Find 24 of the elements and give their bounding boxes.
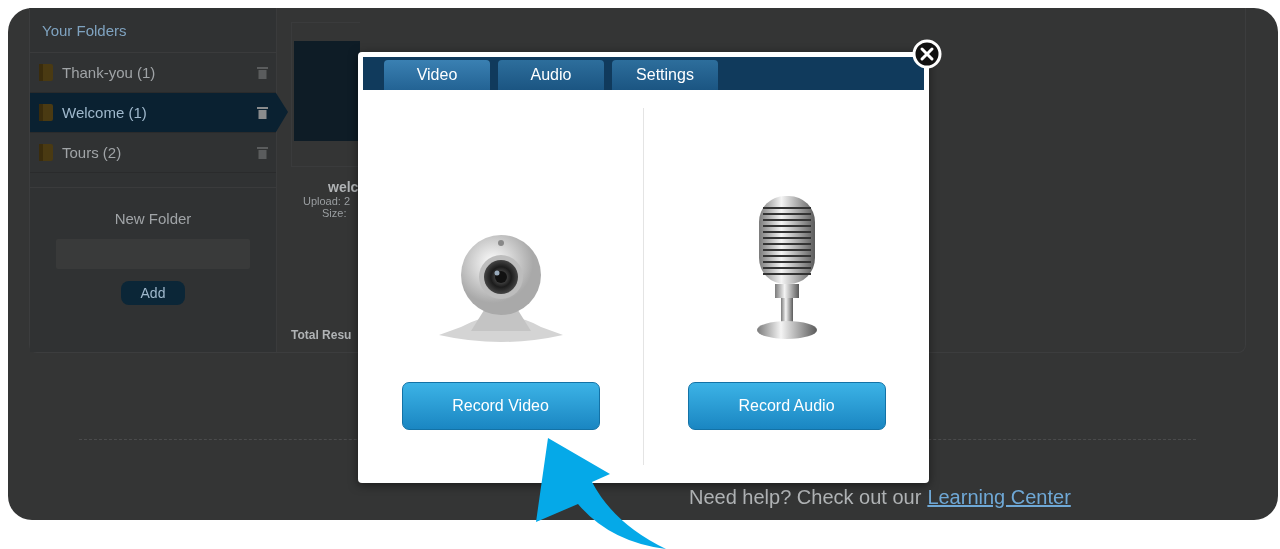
new-folder-label: New Folder (114, 210, 192, 227)
upload-date: Upload: 2 (303, 195, 352, 207)
add-button[interactable]: Add (121, 281, 185, 305)
folder-icon (38, 63, 54, 82)
tab[interactable]: Video (384, 60, 490, 90)
learning-center-link[interactable]: Learning Center (927, 486, 1071, 509)
tab[interactable]: Audio (498, 60, 604, 90)
record-button[interactable]: Record Video (401, 382, 600, 430)
record-button[interactable]: Record Audio (687, 382, 886, 430)
folder-icon (38, 103, 54, 122)
folder-icon (38, 143, 54, 162)
sidebar-title: Your Folders (30, 8, 276, 53)
file-size: Size: (322, 207, 348, 219)
trash-icon[interactable] (257, 106, 268, 119)
tab[interactable]: Settings (612, 60, 718, 90)
folder-item[interactable]: Tours (2) (30, 133, 276, 173)
curved-arrow-icon (534, 438, 666, 549)
close-button[interactable] (912, 39, 942, 69)
media-title: welc (328, 179, 360, 195)
help-text: Need help? Check out our (689, 486, 922, 509)
total-results: Total Resu (291, 328, 353, 342)
folder-name: Welcome (1) (62, 104, 148, 121)
folder-name: Tours (2) (62, 144, 123, 161)
folder-name: Thank-you (1) (62, 64, 157, 81)
